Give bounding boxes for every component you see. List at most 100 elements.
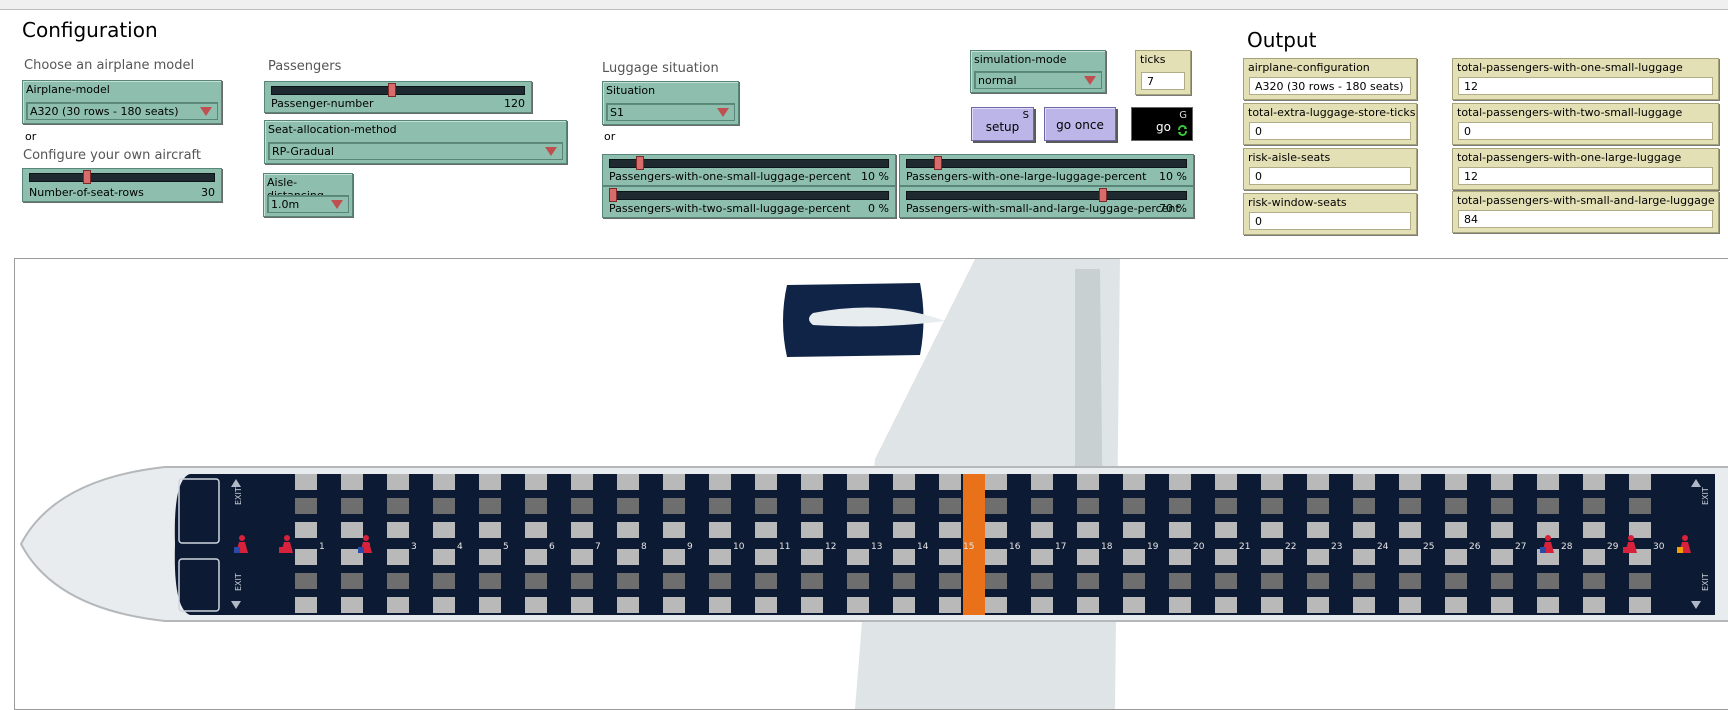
seat: [1583, 498, 1605, 514]
go-once-button[interactable]: go once: [1044, 107, 1116, 141]
chevron-down-icon: [1084, 76, 1096, 85]
small-and-large-luggage-slider[interactable]: Passengers-with-small-and-large-luggage-…: [899, 186, 1194, 218]
seat: [1215, 522, 1237, 538]
seat: [387, 573, 409, 589]
seat: [1307, 549, 1329, 565]
cabin-floor: [174, 474, 1716, 615]
seat: [341, 474, 363, 490]
seat-allocation-value-box[interactable]: RP-Gradual: [268, 142, 563, 160]
setup-label: setup: [985, 120, 1020, 134]
seat: [1169, 597, 1191, 613]
seat: [433, 474, 455, 490]
row-number-label: 21: [1239, 542, 1250, 552]
monitor-risk-aisle-seats: risk-aisle-seats 0: [1243, 148, 1417, 190]
monitor-value: 84: [1458, 210, 1713, 228]
seat-allocation-title: Seat-allocation-method: [268, 123, 397, 136]
go-label: go: [1156, 120, 1171, 134]
two-small-luggage-slider[interactable]: Passengers-with-two-small-luggage-percen…: [602, 186, 896, 218]
setup-button[interactable]: S setup: [971, 107, 1034, 141]
row-number-label: 23: [1331, 542, 1342, 552]
seat-allocation-method-chooser[interactable]: Seat-allocation-method RP-Gradual: [264, 120, 567, 164]
seat: [1169, 474, 1191, 490]
slider-knob[interactable]: [83, 170, 91, 184]
seat: [1583, 549, 1605, 565]
situation-chooser[interactable]: Situation S1: [602, 81, 739, 125]
seat: [1215, 597, 1237, 613]
output-title: Output: [1247, 28, 1317, 52]
seat: [1123, 498, 1145, 514]
seat: [1031, 498, 1053, 514]
slider-knob[interactable]: [387, 83, 396, 97]
row-number-label: 13: [871, 542, 882, 552]
go-forever-button[interactable]: G go: [1131, 107, 1193, 141]
seat: [847, 474, 869, 490]
row-number-label: 1: [319, 542, 325, 552]
one-small-luggage-slider[interactable]: Passengers-with-one-small-luggage-percen…: [602, 154, 896, 186]
slider-value: 0 %: [868, 202, 889, 215]
configure-own-aircraft-label: Configure your own aircraft: [23, 148, 202, 163]
monitor-title: risk-window-seats: [1248, 196, 1347, 209]
seat: [663, 522, 685, 538]
seat: [985, 597, 1007, 613]
seat: [341, 597, 363, 613]
seat: [663, 549, 685, 565]
situation-value-box[interactable]: S1: [606, 103, 735, 121]
seat: [1307, 573, 1329, 589]
simulation-mode-chooser[interactable]: simulation-mode normal: [970, 50, 1106, 93]
seat: [1031, 549, 1053, 565]
monitor-two-small-luggage: total-passengers-with-two-small-luggage …: [1452, 103, 1719, 145]
seat: [1123, 474, 1145, 490]
slider-knob[interactable]: [609, 188, 617, 202]
seat: [801, 522, 823, 538]
seat: [893, 573, 915, 589]
seat: [939, 498, 961, 514]
seat: [387, 498, 409, 514]
chevron-down-icon: [200, 107, 212, 116]
or-label: or: [25, 130, 37, 143]
monitor-value: 0: [1249, 212, 1411, 230]
seat: [1169, 549, 1191, 565]
slider-knob[interactable]: [1098, 188, 1107, 202]
slider-knob[interactable]: [636, 156, 645, 170]
seat: [387, 522, 409, 538]
passenger-number-slider[interactable]: Passenger-number 120: [264, 81, 532, 113]
row-number-label: 25: [1423, 542, 1434, 552]
slider-knob[interactable]: [933, 156, 942, 170]
seat: [1353, 474, 1375, 490]
seat: [479, 498, 501, 514]
seat: [295, 597, 317, 613]
seat: [433, 573, 455, 589]
seat: [1169, 522, 1191, 538]
simulation-mode-value-box[interactable]: normal: [974, 71, 1102, 89]
seat: [1261, 498, 1283, 514]
number-of-seat-rows-slider[interactable]: Number-of-seat-rows 30: [22, 168, 222, 202]
chevron-down-icon: [717, 108, 729, 117]
monitor-airplane-configuration: airplane-configuration A320 (30 rows - 1…: [1243, 58, 1417, 100]
one-large-luggage-slider[interactable]: Passengers-with-one-large-luggage-percen…: [899, 154, 1194, 186]
window-top-bar: [0, 0, 1728, 10]
exit-label-rear-bottom: EXIT: [1701, 573, 1710, 591]
seat: [387, 549, 409, 565]
seat: [1261, 474, 1283, 490]
monitor-title: total-passengers-with-one-large-luggage: [1457, 151, 1682, 164]
monitor-value: 0: [1249, 122, 1411, 140]
aisle-distancing-chooser[interactable]: Aisle-distancing 1.0m: [263, 173, 353, 217]
monitor-small-and-large-luggage: total-passengers-with-small-and-large-lu…: [1452, 191, 1719, 233]
aisle-distancing-value-box[interactable]: 1.0m: [267, 195, 349, 213]
seat: [1031, 597, 1053, 613]
seat: [1491, 522, 1513, 538]
ticks-counter: ticks 7: [1135, 50, 1191, 95]
simulation-world-view[interactable]: 1234567891011121314151617181920212223242…: [14, 258, 1728, 710]
seat: [939, 597, 961, 613]
monitor-one-small-luggage: total-passengers-with-one-small-luggage …: [1452, 58, 1719, 100]
seat: [1629, 597, 1651, 613]
seat: [1399, 522, 1421, 538]
seat: [893, 549, 915, 565]
row-number-label: 4: [457, 542, 463, 552]
seat: [801, 498, 823, 514]
monitor-one-large-luggage: total-passengers-with-one-large-luggage …: [1452, 148, 1719, 190]
airplane-model-chooser[interactable]: Airplane-model A320 (30 rows - 180 seats…: [22, 80, 222, 124]
seat: [617, 549, 639, 565]
airplane-model-value-box[interactable]: A320 (30 rows - 180 seats): [26, 102, 218, 120]
row-number-label: 28: [1561, 542, 1573, 552]
